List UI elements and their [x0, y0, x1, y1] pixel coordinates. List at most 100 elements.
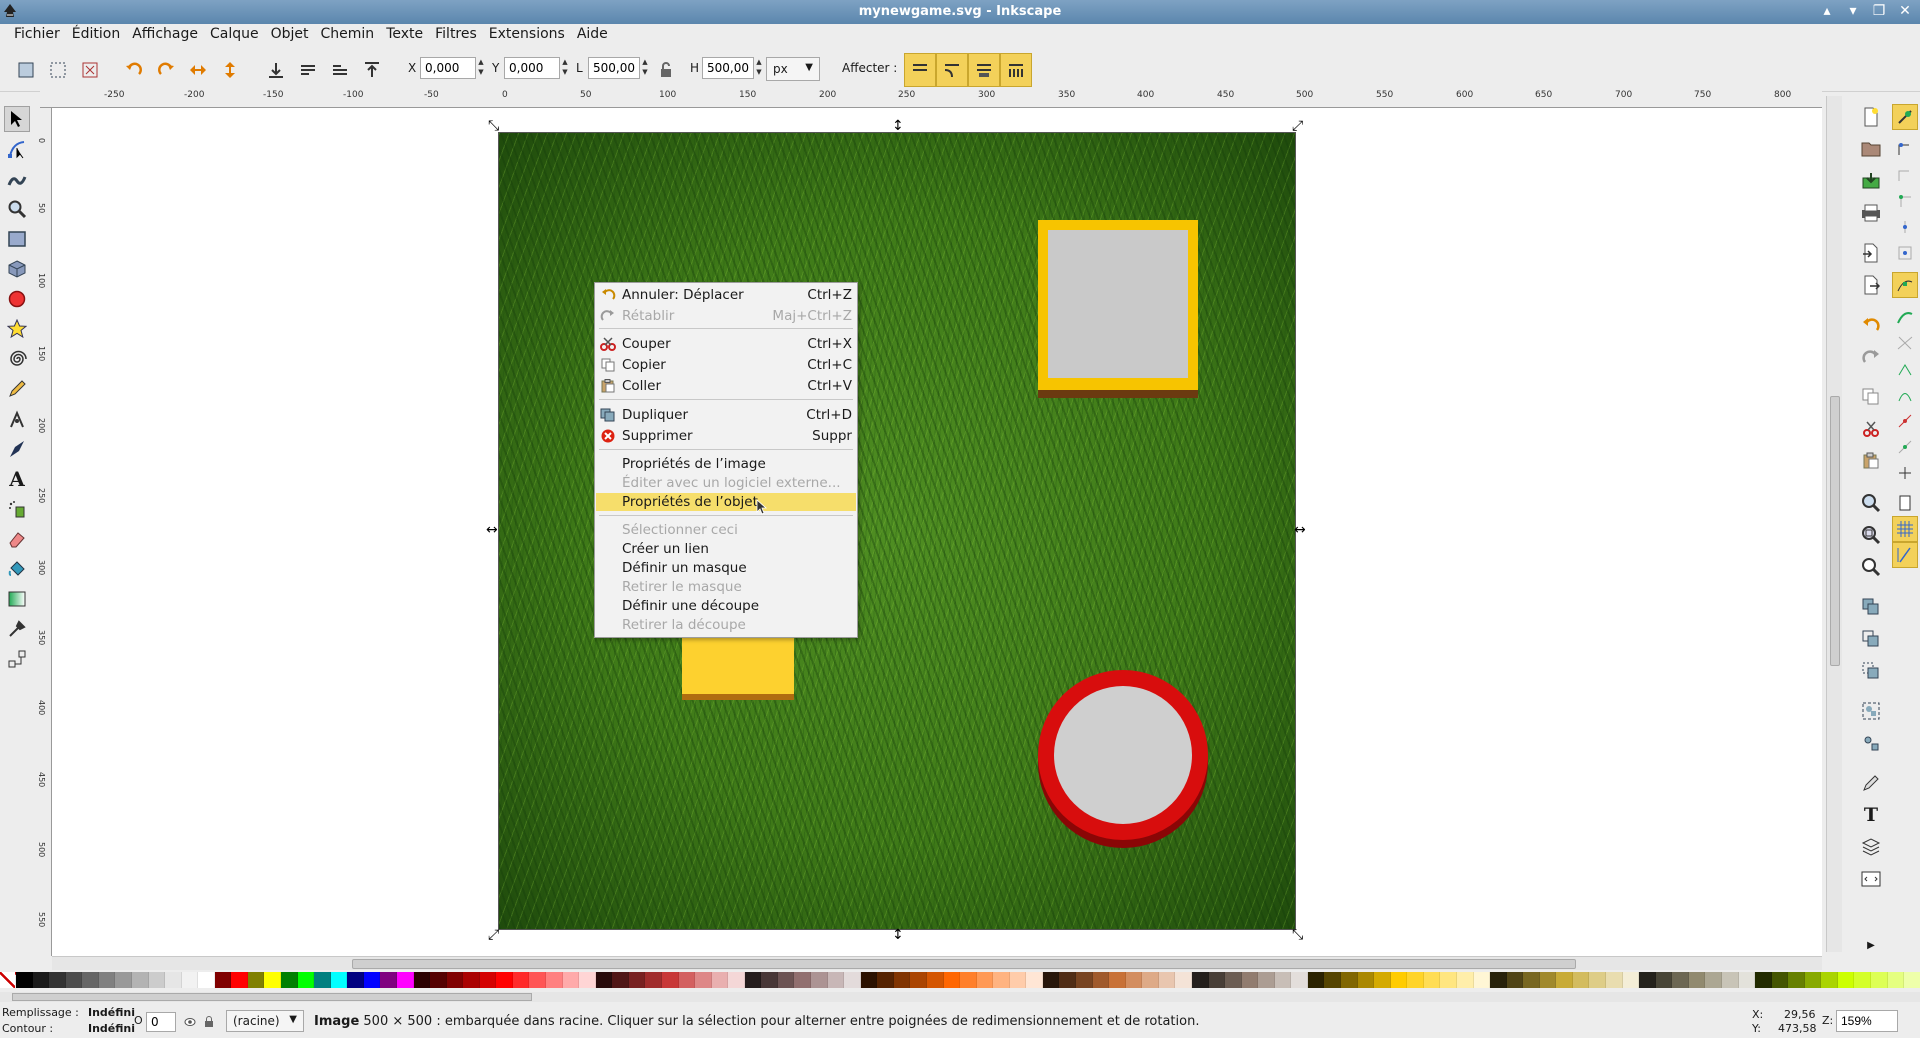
color-swatch[interactable] [214, 972, 232, 988]
height-input[interactable] [702, 57, 754, 79]
color-swatch[interactable] [1490, 972, 1507, 988]
rotate-ccw-icon[interactable] [122, 58, 146, 82]
color-swatch[interactable] [1854, 972, 1871, 988]
color-swatch[interactable] [1556, 972, 1573, 988]
color-swatch[interactable] [1473, 972, 1491, 988]
color-swatch[interactable] [1142, 972, 1159, 988]
lower-to-bottom-icon[interactable] [264, 58, 288, 82]
horizontal-scroll-thumb[interactable] [352, 959, 1576, 969]
menu-item-release-clip[interactable]: Retirer la découpe [596, 616, 856, 634]
lock-icon[interactable] [204, 1015, 214, 1028]
lower-icon[interactable] [296, 58, 320, 82]
layer-dropdown[interactable]: (racine) ▼ [226, 1010, 304, 1032]
color-swatch[interactable] [281, 972, 298, 988]
snap-nodes-icon[interactable] [1892, 272, 1918, 298]
color-swatch[interactable] [98, 972, 116, 988]
color-swatch[interactable] [1606, 972, 1623, 988]
color-swatch[interactable] [1755, 972, 1772, 988]
rectangle-tool-icon[interactable] [4, 226, 30, 252]
height-spinner[interactable]: ▲ ▼ [754, 57, 764, 79]
eye-icon[interactable] [184, 1016, 196, 1028]
scale-corners-toggle[interactable] [936, 53, 968, 87]
color-swatch[interactable] [314, 972, 331, 988]
color-swatch[interactable] [165, 972, 182, 988]
spiral-tool-icon[interactable] [4, 346, 30, 372]
shade-window-icon[interactable]: ▾ [1844, 3, 1862, 19]
color-swatch[interactable] [1109, 972, 1126, 988]
color-swatch[interactable] [1191, 972, 1209, 988]
zoom-input[interactable] [1836, 1010, 1898, 1032]
minimize-window-icon[interactable]: ▴ [1818, 3, 1836, 19]
color-swatch[interactable] [1456, 972, 1474, 988]
xml-editor-icon[interactable] [1858, 866, 1884, 892]
star-tool-icon[interactable] [4, 316, 30, 342]
zoom-drawing-icon[interactable] [1858, 522, 1884, 548]
paint-bucket-tool-icon[interactable] [4, 556, 30, 582]
stroke-value[interactable]: Indéfini [88, 1022, 135, 1035]
zoom-page-icon[interactable] [1858, 554, 1884, 580]
color-swatch[interactable] [1307, 972, 1325, 988]
snap-rotation-center-icon[interactable] [1892, 460, 1918, 486]
connector-tool-icon[interactable] [4, 646, 30, 672]
opacity-input[interactable] [146, 1012, 176, 1032]
gray-panel-shape[interactable] [1048, 230, 1188, 378]
color-swatch[interactable] [479, 972, 497, 988]
drawing-canvas[interactable]: ⤡ ↕ ⤢ ↔ ↔ ⤢ ↕ ⤡ Annuler: Déplacer Ctrl+Z… [52, 108, 1822, 956]
gray-disc-shape[interactable] [1054, 686, 1192, 824]
color-swatch[interactable] [1506, 972, 1524, 988]
color-swatch[interactable] [1059, 972, 1076, 988]
color-swatch[interactable] [463, 972, 480, 988]
vertical-scrollbar[interactable] [1826, 96, 1842, 952]
color-swatch[interactable] [1407, 972, 1424, 988]
color-swatch[interactable] [65, 972, 83, 988]
color-swatch[interactable] [1390, 972, 1408, 988]
color-swatch[interactable] [1572, 972, 1590, 988]
color-swatch[interactable] [1092, 972, 1110, 988]
color-swatch[interactable] [546, 972, 563, 988]
menu-item-undo[interactable]: Annuler: Déplacer Ctrl+Z [596, 286, 856, 304]
color-swatch[interactable] [231, 972, 248, 988]
color-swatch[interactable] [297, 972, 315, 988]
raise-to-top-icon[interactable] [360, 58, 384, 82]
color-swatch[interactable] [1821, 972, 1838, 988]
color-swatch[interactable] [512, 972, 530, 988]
color-swatch[interactable] [645, 972, 662, 988]
copy-icon[interactable] [1858, 384, 1884, 410]
vertical-scroll-thumb[interactable] [1830, 396, 1840, 666]
pencil-tool-icon[interactable] [4, 376, 30, 402]
clone-icon[interactable] [1858, 626, 1884, 652]
ellipse-tool-icon[interactable] [4, 286, 30, 312]
color-swatch[interactable] [1887, 972, 1905, 988]
cut-icon[interactable] [1858, 416, 1884, 442]
snap-bbox-midpoint-icon[interactable] [1892, 214, 1918, 240]
calligraphy-tool-icon[interactable] [4, 436, 30, 462]
width-input[interactable] [588, 57, 640, 79]
menu-item-delete[interactable]: Supprimer Suppr [596, 427, 856, 445]
color-swatch[interactable] [1341, 972, 1358, 988]
color-swatch[interactable] [181, 972, 199, 988]
color-swatch[interactable] [115, 972, 132, 988]
color-swatch[interactable] [1324, 972, 1341, 988]
red-circle-shape[interactable] [1038, 670, 1208, 840]
color-swatch[interactable] [1738, 972, 1756, 988]
color-swatch[interactable] [860, 972, 878, 988]
zoom-selection-icon[interactable] [1858, 490, 1884, 516]
color-swatch[interactable] [595, 972, 613, 988]
color-swatch[interactable] [1208, 972, 1226, 988]
scale-handle-nw-icon[interactable]: ⤡ [488, 119, 499, 133]
menu-item-copy[interactable]: Copier Ctrl+C [596, 356, 856, 374]
color-swatch[interactable] [1258, 972, 1275, 988]
palette-scroll-thumb[interactable] [12, 993, 532, 1001]
color-swatch[interactable] [1175, 972, 1192, 988]
color-swatch[interactable] [1274, 972, 1292, 988]
save-icon[interactable] [1858, 168, 1884, 194]
color-swatch[interactable] [661, 972, 679, 988]
menu-item-create-link[interactable]: Créer un lien [596, 540, 856, 558]
color-swatch[interactable] [82, 972, 99, 988]
selector-tool-icon[interactable] [4, 106, 30, 132]
color-swatch[interactable] [877, 972, 894, 988]
color-swatch[interactable] [695, 972, 712, 988]
unit-dropdown[interactable]: px ▼ [766, 57, 820, 81]
tweak-tool-icon[interactable] [4, 166, 30, 192]
text-tool-icon[interactable]: A [4, 466, 30, 492]
